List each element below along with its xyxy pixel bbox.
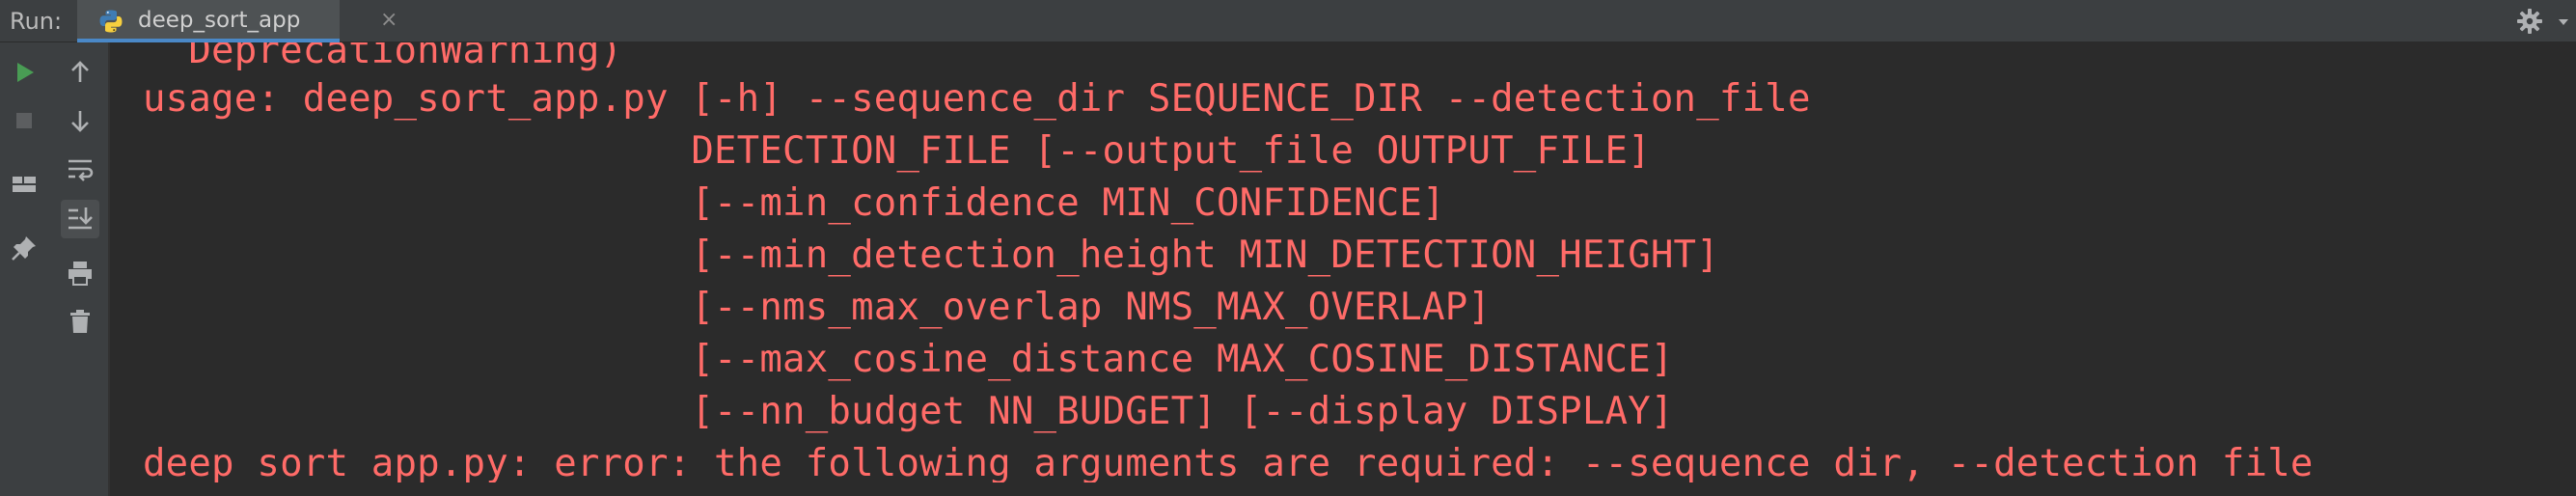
toolbar-divider [108, 42, 110, 496]
soft-wrap-icon[interactable] [64, 152, 96, 185]
close-icon[interactable]: × [380, 0, 397, 39]
console-output[interactable]: DeprecationWarning) usage: deep_sort_app… [112, 42, 2576, 496]
run-toolbar [0, 42, 110, 496]
up-arrow-icon[interactable] [64, 56, 96, 89]
tab-deep-sort-app[interactable]: deep_sort_app × [77, 0, 397, 42]
console-line: [--nn_budget NN_BUDGET] [--display DISPL… [143, 390, 1674, 433]
print-icon[interactable] [64, 257, 96, 289]
stop-icon[interactable] [8, 104, 41, 137]
run-tool-window-header: Run: deep_sort_app × [0, 0, 2576, 42]
down-arrow-icon[interactable] [64, 104, 96, 137]
gear-icon[interactable] [2514, 6, 2545, 37]
console-line: [--max_cosine_distance MAX_COSINE_DISTAN… [143, 338, 1674, 381]
console-line: [--nms_max_overlap NMS_MAX_OVERLAP] [143, 286, 1492, 329]
console-line: [--min_confidence MIN_CONFIDENCE] [143, 181, 1445, 225]
horizontal-scrollbar[interactable] [112, 482, 2576, 496]
run-label: Run: [10, 8, 63, 35]
console-line: usage: deep_sort_app.py [-h] --sequence_… [143, 77, 1811, 121]
tab-label: deep_sort_app [138, 8, 301, 33]
python-file-icon [98, 9, 123, 34]
console-line: DETECTION_FILE [--output_file OUTPUT_FIL… [143, 129, 1651, 173]
console-line: DeprecationWarning) [143, 42, 623, 72]
scroll-to-end-icon[interactable] [61, 200, 99, 238]
trash-icon[interactable] [64, 305, 96, 338]
layout-icon[interactable] [8, 168, 41, 201]
more-options-icon[interactable] [2553, 6, 2574, 37]
run-icon[interactable] [8, 56, 41, 89]
console-line: [--min_detection_height MIN_DETECTION_HE… [143, 234, 1719, 277]
pin-icon[interactable] [8, 232, 41, 264]
